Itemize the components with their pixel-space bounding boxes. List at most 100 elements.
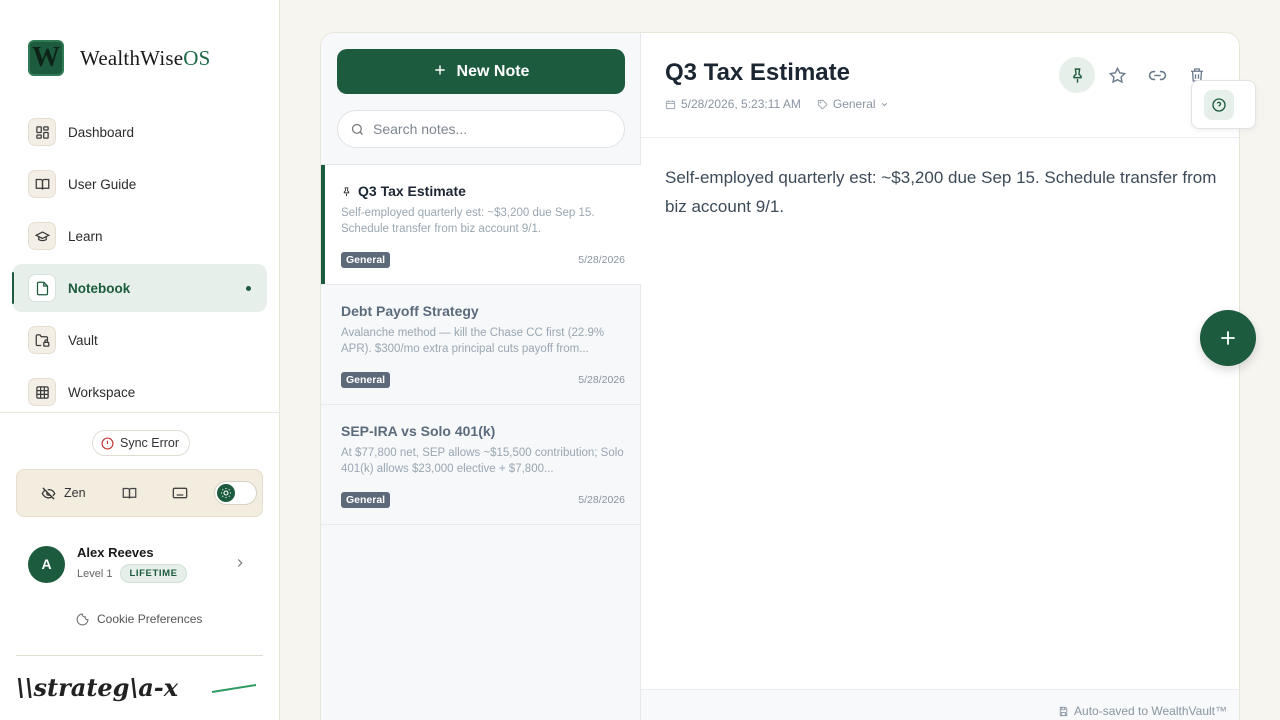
strategix-logo: \\strateg\a-x — [16, 672, 263, 709]
user-info: Alex Reeves Level 1 LIFETIME — [77, 545, 187, 583]
sidebar-item-notebook[interactable]: Notebook — [12, 264, 267, 312]
pin-button[interactable] — [1059, 57, 1095, 93]
note-date: 5/28/2026 — [578, 374, 625, 386]
chevron-down-icon — [880, 100, 889, 109]
notes-list-panel: New Note Q3 Tax Estimate Self-employed q… — [321, 33, 641, 720]
category-tag: General — [341, 492, 391, 508]
help-widget — [1191, 80, 1256, 129]
chevron-right-icon — [233, 556, 247, 570]
active-indicator-dot — [246, 286, 251, 291]
note-editor-title[interactable]: Q3 Tax Estimate — [665, 59, 850, 87]
editor-footer: Auto-saved to WealthVault™ — [641, 689, 1239, 720]
sidebar-item-label: Notebook — [68, 280, 131, 296]
plus-icon — [1218, 328, 1238, 348]
note-body[interactable]: Self-employed quarterly est: ~$3,200 due… — [665, 163, 1225, 221]
brand-name-suffix: OS — [183, 45, 211, 70]
theme-toggle[interactable] — [213, 481, 257, 505]
sync-error-badge[interactable]: Sync Error — [92, 430, 191, 456]
sidebar-divider — [16, 655, 263, 656]
note-title-text: SEP-IRA vs Solo 401(k) — [341, 423, 496, 439]
note-title: Q3 Tax Estimate — [341, 183, 625, 199]
note-title: SEP-IRA vs Solo 401(k) — [341, 423, 625, 439]
note-title: Debt Payoff Strategy — [341, 303, 625, 319]
search-icon — [350, 122, 365, 137]
help-circle-icon — [1211, 97, 1227, 113]
graduation-cap-icon — [28, 222, 56, 250]
eye-off-icon — [41, 486, 56, 501]
cookie-preferences-label: Cookie Preferences — [97, 612, 203, 626]
sidebar-item-label: Learn — [68, 228, 103, 244]
note-date: 5/28/2026 — [578, 254, 625, 266]
favorite-button[interactable] — [1099, 57, 1135, 93]
brand[interactable]: W WealthWiseOS — [28, 40, 211, 76]
sidebar-item-learn[interactable]: Learn — [12, 212, 267, 260]
note-footer: General 5/28/2026 — [341, 492, 625, 508]
zen-mode-button[interactable]: Zen — [41, 486, 86, 501]
keyboard-shortcuts-button[interactable] — [168, 481, 192, 505]
user-meta: Level 1 LIFETIME — [77, 564, 187, 583]
note-preview: At $77,800 net, SEP allows ~$15,500 cont… — [341, 447, 624, 475]
note-footer: General 5/28/2026 — [341, 252, 625, 268]
sync-status-text: Sync Error — [120, 436, 180, 450]
category-dropdown[interactable]: General — [817, 97, 889, 111]
sidebar-item-label: Vault — [68, 332, 98, 348]
note-list: Q3 Tax Estimate Self-employed quarterly … — [321, 165, 641, 525]
sidebar-item-dashboard[interactable]: Dashboard — [12, 108, 267, 156]
book-open-icon — [122, 486, 137, 501]
sidebar-item-user-guide[interactable]: User Guide — [12, 160, 267, 208]
file-icon — [28, 274, 56, 302]
note-date: 5/28/2026 — [578, 494, 625, 506]
list-item[interactable]: SEP-IRA vs Solo 401(k) At $77,800 net, S… — [321, 405, 641, 525]
brand-name: WealthWiseOS — [80, 46, 211, 71]
help-button[interactable] — [1204, 90, 1234, 120]
plus-icon — [433, 61, 447, 82]
keyboard-icon — [172, 485, 188, 501]
list-item[interactable]: Q3 Tax Estimate Self-employed quarterly … — [321, 165, 641, 285]
floating-add-button[interactable] — [1200, 310, 1256, 366]
save-icon — [1058, 706, 1069, 717]
search-box — [337, 110, 625, 148]
copy-link-button[interactable] — [1139, 57, 1175, 93]
cookie-preferences-link[interactable]: Cookie Preferences — [76, 612, 202, 626]
note-timestamp: 5/28/2026, 5:23:11 AM — [681, 97, 801, 111]
book-open-icon — [28, 170, 56, 198]
editor-divider — [641, 137, 1239, 138]
sidebar-item-vault[interactable]: Vault — [12, 316, 267, 364]
note-footer: General 5/28/2026 — [341, 372, 625, 388]
user-level: Level 1 — [77, 567, 113, 580]
note-title-text: Q3 Tax Estimate — [358, 183, 466, 199]
notebook-card: New Note Q3 Tax Estimate Self-employed q… — [320, 32, 1240, 720]
star-icon — [1108, 66, 1127, 85]
strategix-logo-text: \\strateg\a-x — [16, 673, 179, 702]
search-input[interactable] — [373, 121, 603, 137]
sidebar-item-workspace[interactable]: Workspace — [12, 368, 267, 416]
sidebar: W WealthWiseOS Dashboard User Guide Lear… — [0, 0, 280, 720]
user-name: Alex Reeves — [77, 545, 154, 560]
zen-label: Zen — [64, 486, 86, 500]
plan-badge: LIFETIME — [120, 564, 187, 583]
sidebar-nav: Dashboard User Guide Learn Notebook Vaul… — [12, 108, 267, 420]
new-note-button[interactable]: New Note — [337, 49, 625, 94]
category-tag: General — [341, 372, 391, 388]
reading-mode-button[interactable] — [118, 481, 142, 505]
avatar: A — [28, 545, 65, 583]
quick-toolbar: Zen — [16, 469, 263, 517]
pin-icon — [341, 186, 352, 197]
list-item[interactable]: Debt Payoff Strategy Avalanche method — … — [321, 285, 641, 405]
brand-name-text: WealthWise — [80, 45, 184, 70]
sidebar-item-label: User Guide — [68, 176, 137, 192]
sidebar-divider — [0, 412, 280, 413]
brand-logo-letter: W — [32, 42, 60, 73]
user-profile[interactable]: A Alex Reeves Level 1 LIFETIME — [28, 540, 253, 588]
pin-icon — [1069, 67, 1086, 84]
note-preview: Self-employed quarterly est: ~$3,200 due… — [341, 207, 595, 235]
category-tag: General — [341, 252, 391, 268]
sidebar-item-label: Dashboard — [68, 124, 135, 140]
autosave-text: Auto-saved to WealthVault™ — [1074, 704, 1227, 718]
note-editor: Q3 Tax Estimate 5/28/2026, 5:23:11 AM Ge… — [641, 33, 1239, 720]
new-note-label: New Note — [456, 62, 530, 80]
table-icon — [28, 378, 56, 406]
sidebar-item-label: Workspace — [68, 384, 136, 400]
alert-circle-icon — [101, 436, 114, 450]
note-meta: 5/28/2026, 5:23:11 AM General — [665, 97, 889, 111]
